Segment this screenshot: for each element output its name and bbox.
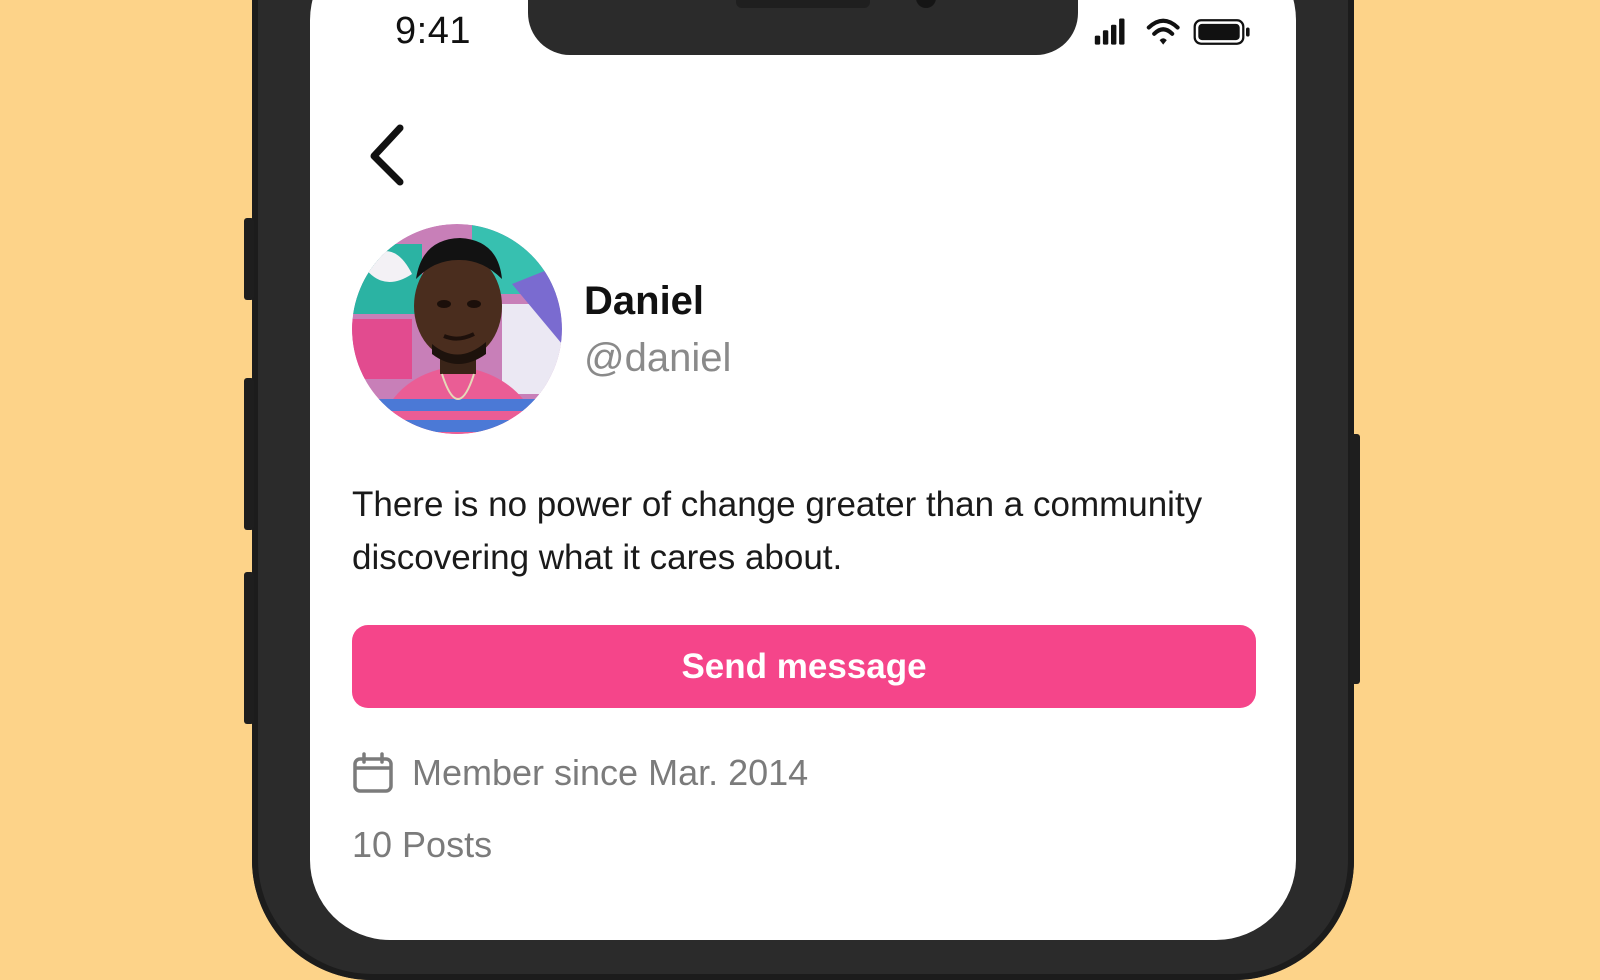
status-icons [1094,18,1250,45]
phone-screen [310,0,1296,940]
profile-bio: There is no power of change greater than… [352,485,1203,577]
calendar-icon [353,752,393,793]
wifi-icon [1146,18,1180,45]
phone-side-button-right [1350,434,1360,684]
battery-icon [1193,19,1250,45]
phone-side-button-left-1 [244,218,254,300]
notch [528,0,1078,55]
send-message-label: Send message [681,646,927,686]
member-since-row: Member since Mar. 2014 [352,752,808,794]
chevron-left-icon[interactable] [360,120,420,190]
notch-speaker [736,0,870,8]
posts-count-text: 10 Posts [352,824,493,865]
profile-handle: @daniel [584,336,732,380]
phone-side-button-left-2 [244,378,254,530]
profile-name: Daniel [584,279,705,323]
member-since-text: Member since Mar. 2014 [412,752,809,793]
phone-side-button-left-3 [244,572,254,724]
avatar [352,224,562,434]
send-message-button[interactable]: Send message [352,625,1256,708]
signal-icon [1094,18,1125,45]
status-time: 9:41 [395,10,471,52]
